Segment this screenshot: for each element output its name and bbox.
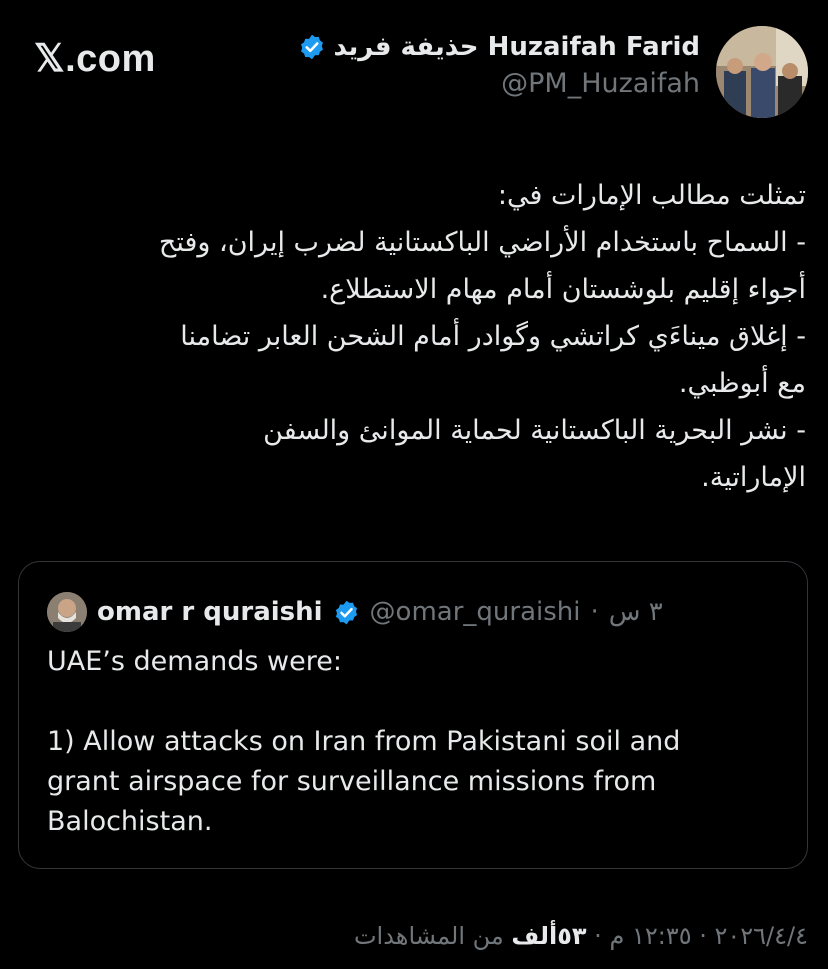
quoted-line: Balochistan. bbox=[47, 806, 213, 837]
author-handle[interactable]: @PM_Huzaifah bbox=[298, 68, 700, 99]
post-line: - السماح باستخدام الأراضي الباكستانية لض… bbox=[158, 227, 806, 258]
quoted-post-separator: · bbox=[590, 597, 599, 627]
author-avatar[interactable] bbox=[716, 26, 808, 118]
avatar-photo-icon bbox=[47, 592, 87, 632]
author-name-row: حذيفة فريد Huzaifah Farid bbox=[298, 32, 701, 62]
post-line: الإماراتية. bbox=[701, 462, 806, 493]
quoted-author-name[interactable]: omar r quraishi bbox=[97, 597, 323, 627]
meta-separator: · bbox=[586, 922, 610, 950]
quoted-line: 1) Allow attacks on Iran from Pakistani … bbox=[47, 726, 681, 757]
post-line: مع أبوظبي. bbox=[678, 368, 806, 399]
post-date[interactable]: ٢٠٢٦/٤/٤ bbox=[714, 922, 808, 950]
author-name[interactable]: حذيفة فريد Huzaifah Farid bbox=[334, 32, 701, 62]
quoted-author-handle[interactable]: @omar_quraishi bbox=[370, 597, 581, 627]
post-line: أجواء إقليم بلوشستان أمام مهام الاستطلاع… bbox=[320, 274, 806, 305]
post-text: تمثلت مطالب الإمارات في: - السماح باستخد… bbox=[16, 172, 806, 501]
post-line: تمثلت مطالب الإمارات في: bbox=[497, 180, 806, 211]
post-line: - نشر البحرية الباكستانية لحماية الموانئ… bbox=[263, 415, 806, 446]
post-metadata: ٢٠٢٦/٤/٤ · ١٢:٣٥ م · ٥٣ألف من المشاهدات bbox=[354, 922, 808, 950]
meta-separator: · bbox=[691, 922, 715, 950]
author-info: حذيفة فريد Huzaifah Farid @PM_Huzaifah bbox=[298, 32, 701, 99]
verified-badge-icon[interactable] bbox=[298, 33, 326, 61]
quoted-line: UAE’s demands were: bbox=[47, 646, 342, 677]
verified-badge-icon[interactable] bbox=[333, 599, 360, 626]
x-logo[interactable]: 𝕏.com bbox=[34, 36, 156, 81]
quoted-author-avatar[interactable] bbox=[47, 592, 87, 632]
post-time[interactable]: ١٢:٣٥ م bbox=[609, 922, 691, 950]
quoted-post-header: omar r quraishi @omar_quraishi · ٣ س bbox=[47, 592, 663, 632]
views-label: من المشاهدات bbox=[353, 922, 512, 950]
quoted-post-time[interactable]: ٣ س bbox=[609, 597, 663, 627]
quoted-post-card[interactable]: omar r quraishi @omar_quraishi · ٣ س UAE… bbox=[18, 561, 808, 869]
quoted-line-gap bbox=[47, 682, 787, 722]
views-count: ٥٣ألف bbox=[511, 922, 587, 950]
quoted-post-text: UAE’s demands were: 1) Allow attacks on … bbox=[47, 642, 787, 842]
quoted-line: grant airspace for surveillance missions… bbox=[47, 766, 657, 797]
avatar-photo-icon bbox=[716, 26, 808, 118]
post-line: - إغلاق ميناءَي كراتشي وگوادر أمام الشحن… bbox=[180, 321, 806, 352]
